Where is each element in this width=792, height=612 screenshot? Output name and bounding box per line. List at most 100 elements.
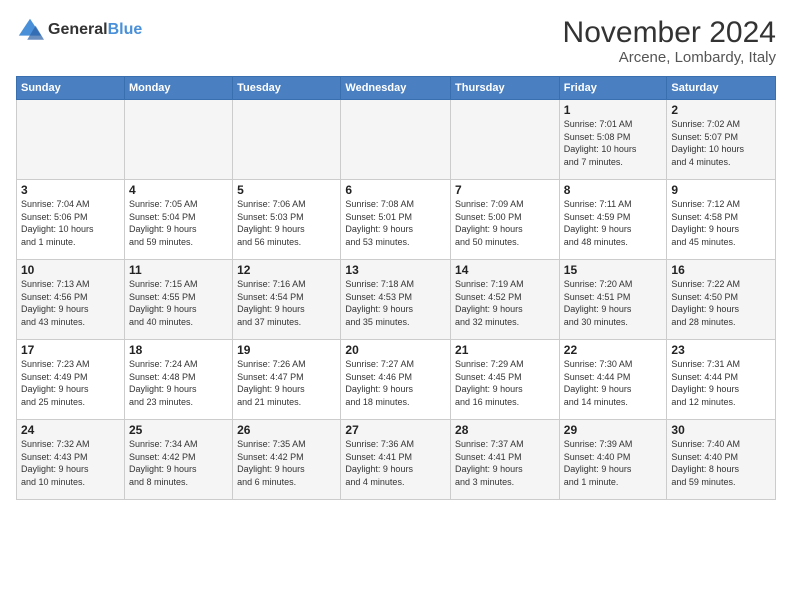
header: GeneralBlue November 2024 Arcene, Lombar… [16,16,776,66]
calendar-cell: 13Sunrise: 7:18 AM Sunset: 4:53 PM Dayli… [341,260,451,340]
day-info: Sunrise: 7:09 AM Sunset: 5:00 PM Dayligh… [455,198,555,248]
day-info: Sunrise: 7:01 AM Sunset: 5:08 PM Dayligh… [564,118,663,168]
calendar-cell: 10Sunrise: 7:13 AM Sunset: 4:56 PM Dayli… [17,260,125,340]
day-info: Sunrise: 7:39 AM Sunset: 4:40 PM Dayligh… [564,438,663,488]
day-info: Sunrise: 7:29 AM Sunset: 4:45 PM Dayligh… [455,358,555,408]
weekday-header-monday: Monday [124,77,232,100]
day-number: 29 [564,423,663,437]
location-subtitle: Arcene, Lombardy, Italy [563,49,776,66]
day-number: 30 [671,423,771,437]
calendar-cell: 7Sunrise: 7:09 AM Sunset: 5:00 PM Daylig… [451,180,560,260]
day-info: Sunrise: 7:19 AM Sunset: 4:52 PM Dayligh… [455,278,555,328]
calendar-week-row: 3Sunrise: 7:04 AM Sunset: 5:06 PM Daylig… [17,180,776,260]
day-info: Sunrise: 7:24 AM Sunset: 4:48 PM Dayligh… [129,358,228,408]
calendar-cell: 19Sunrise: 7:26 AM Sunset: 4:47 PM Dayli… [233,340,341,420]
calendar-cell: 18Sunrise: 7:24 AM Sunset: 4:48 PM Dayli… [124,340,232,420]
day-number: 13 [345,263,446,277]
calendar-week-row: 17Sunrise: 7:23 AM Sunset: 4:49 PM Dayli… [17,340,776,420]
day-info: Sunrise: 7:37 AM Sunset: 4:41 PM Dayligh… [455,438,555,488]
calendar-cell: 8Sunrise: 7:11 AM Sunset: 4:59 PM Daylig… [559,180,667,260]
calendar-cell: 26Sunrise: 7:35 AM Sunset: 4:42 PM Dayli… [233,420,341,500]
day-info: Sunrise: 7:36 AM Sunset: 4:41 PM Dayligh… [345,438,446,488]
calendar-cell: 12Sunrise: 7:16 AM Sunset: 4:54 PM Dayli… [233,260,341,340]
day-number: 2 [671,103,771,117]
day-info: Sunrise: 7:12 AM Sunset: 4:58 PM Dayligh… [671,198,771,248]
day-info: Sunrise: 7:05 AM Sunset: 5:04 PM Dayligh… [129,198,228,248]
calendar-cell: 27Sunrise: 7:36 AM Sunset: 4:41 PM Dayli… [341,420,451,500]
day-info: Sunrise: 7:04 AM Sunset: 5:06 PM Dayligh… [21,198,120,248]
day-info: Sunrise: 7:40 AM Sunset: 4:40 PM Dayligh… [671,438,771,488]
weekday-header-wednesday: Wednesday [341,77,451,100]
weekday-header-thursday: Thursday [451,77,560,100]
calendar-cell: 30Sunrise: 7:40 AM Sunset: 4:40 PM Dayli… [667,420,776,500]
calendar-cell: 1Sunrise: 7:01 AM Sunset: 5:08 PM Daylig… [559,100,667,180]
calendar-cell [233,100,341,180]
day-info: Sunrise: 7:35 AM Sunset: 4:42 PM Dayligh… [237,438,336,488]
calendar-cell: 17Sunrise: 7:23 AM Sunset: 4:49 PM Dayli… [17,340,125,420]
day-number: 21 [455,343,555,357]
day-info: Sunrise: 7:34 AM Sunset: 4:42 PM Dayligh… [129,438,228,488]
weekday-header-tuesday: Tuesday [233,77,341,100]
day-number: 10 [21,263,120,277]
day-number: 26 [237,423,336,437]
day-number: 16 [671,263,771,277]
calendar-cell: 25Sunrise: 7:34 AM Sunset: 4:42 PM Dayli… [124,420,232,500]
day-number: 20 [345,343,446,357]
calendar-week-row: 1Sunrise: 7:01 AM Sunset: 5:08 PM Daylig… [17,100,776,180]
logo-text: GeneralBlue [48,21,142,39]
calendar-cell: 20Sunrise: 7:27 AM Sunset: 4:46 PM Dayli… [341,340,451,420]
logo: GeneralBlue [16,16,142,44]
day-info: Sunrise: 7:30 AM Sunset: 4:44 PM Dayligh… [564,358,663,408]
day-info: Sunrise: 7:22 AM Sunset: 4:50 PM Dayligh… [671,278,771,328]
calendar-week-row: 24Sunrise: 7:32 AM Sunset: 4:43 PM Dayli… [17,420,776,500]
day-number: 8 [564,183,663,197]
day-info: Sunrise: 7:11 AM Sunset: 4:59 PM Dayligh… [564,198,663,248]
calendar-page: GeneralBlue November 2024 Arcene, Lombar… [0,0,792,612]
calendar-cell: 11Sunrise: 7:15 AM Sunset: 4:55 PM Dayli… [124,260,232,340]
day-number: 3 [21,183,120,197]
weekday-header-saturday: Saturday [667,77,776,100]
day-info: Sunrise: 7:08 AM Sunset: 5:01 PM Dayligh… [345,198,446,248]
calendar-cell: 22Sunrise: 7:30 AM Sunset: 4:44 PM Dayli… [559,340,667,420]
day-number: 1 [564,103,663,117]
day-number: 24 [21,423,120,437]
calendar-cell: 21Sunrise: 7:29 AM Sunset: 4:45 PM Dayli… [451,340,560,420]
day-number: 22 [564,343,663,357]
day-number: 5 [237,183,336,197]
day-info: Sunrise: 7:16 AM Sunset: 4:54 PM Dayligh… [237,278,336,328]
day-info: Sunrise: 7:15 AM Sunset: 4:55 PM Dayligh… [129,278,228,328]
calendar-cell: 9Sunrise: 7:12 AM Sunset: 4:58 PM Daylig… [667,180,776,260]
calendar-cell: 15Sunrise: 7:20 AM Sunset: 4:51 PM Dayli… [559,260,667,340]
calendar-cell: 6Sunrise: 7:08 AM Sunset: 5:01 PM Daylig… [341,180,451,260]
calendar-cell: 24Sunrise: 7:32 AM Sunset: 4:43 PM Dayli… [17,420,125,500]
calendar-cell: 2Sunrise: 7:02 AM Sunset: 5:07 PM Daylig… [667,100,776,180]
day-number: 12 [237,263,336,277]
calendar-cell: 23Sunrise: 7:31 AM Sunset: 4:44 PM Dayli… [667,340,776,420]
day-number: 23 [671,343,771,357]
weekday-header-friday: Friday [559,77,667,100]
day-number: 27 [345,423,446,437]
day-info: Sunrise: 7:18 AM Sunset: 4:53 PM Dayligh… [345,278,446,328]
day-number: 7 [455,183,555,197]
logo-icon [16,16,44,44]
day-number: 4 [129,183,228,197]
month-title: November 2024 [563,16,776,49]
day-number: 11 [129,263,228,277]
calendar-cell [17,100,125,180]
day-info: Sunrise: 7:02 AM Sunset: 5:07 PM Dayligh… [671,118,771,168]
calendar-cell: 29Sunrise: 7:39 AM Sunset: 4:40 PM Dayli… [559,420,667,500]
calendar-cell: 28Sunrise: 7:37 AM Sunset: 4:41 PM Dayli… [451,420,560,500]
day-info: Sunrise: 7:06 AM Sunset: 5:03 PM Dayligh… [237,198,336,248]
day-number: 14 [455,263,555,277]
day-number: 17 [21,343,120,357]
calendar-cell: 3Sunrise: 7:04 AM Sunset: 5:06 PM Daylig… [17,180,125,260]
day-info: Sunrise: 7:31 AM Sunset: 4:44 PM Dayligh… [671,358,771,408]
day-number: 28 [455,423,555,437]
calendar-cell: 5Sunrise: 7:06 AM Sunset: 5:03 PM Daylig… [233,180,341,260]
calendar-week-row: 10Sunrise: 7:13 AM Sunset: 4:56 PM Dayli… [17,260,776,340]
day-number: 15 [564,263,663,277]
day-info: Sunrise: 7:23 AM Sunset: 4:49 PM Dayligh… [21,358,120,408]
day-number: 18 [129,343,228,357]
day-info: Sunrise: 7:13 AM Sunset: 4:56 PM Dayligh… [21,278,120,328]
day-info: Sunrise: 7:32 AM Sunset: 4:43 PM Dayligh… [21,438,120,488]
